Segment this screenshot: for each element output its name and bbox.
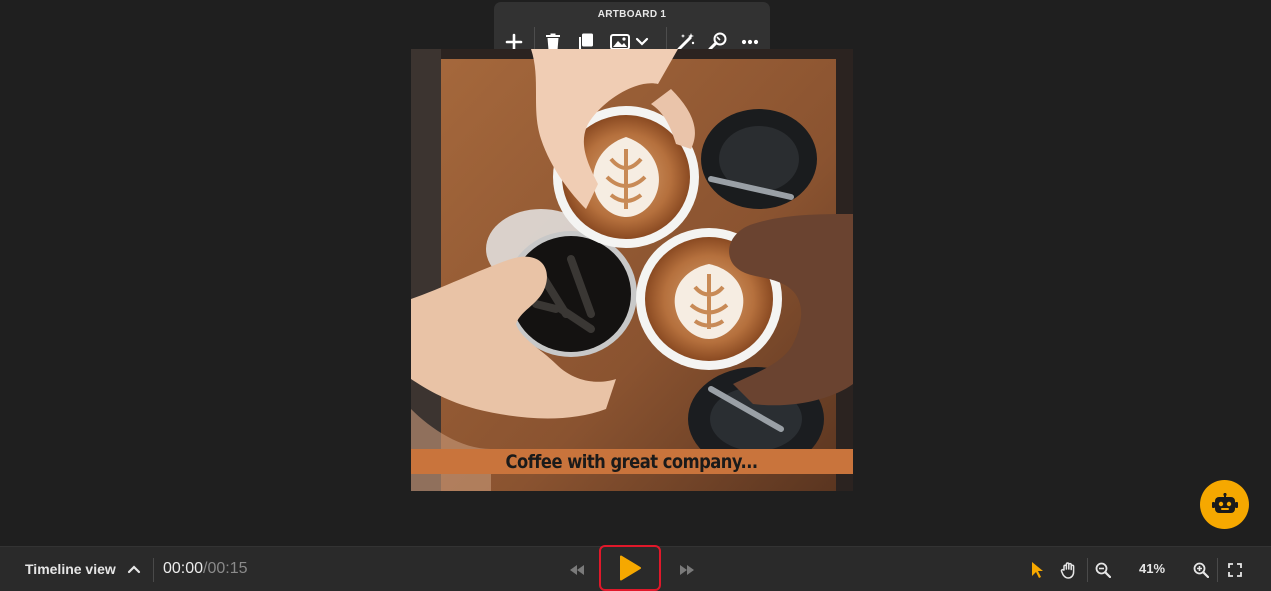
zoom-in-icon[interactable]: [1191, 560, 1211, 580]
select-pointer-icon[interactable]: [1027, 560, 1047, 580]
playback-bar: Timeline view 00:00/00:15 41%: [0, 545, 1271, 591]
divider: [153, 558, 154, 582]
canvas-stage: ARTBOARD 1 Coffee with great company...: [0, 0, 1271, 546]
fast-forward-icon[interactable]: [678, 561, 696, 579]
timeline-view-label[interactable]: Timeline view: [25, 561, 116, 577]
chevron-up-icon[interactable]: [126, 561, 142, 577]
fullscreen-icon[interactable]: [1225, 560, 1245, 580]
zoom-level[interactable]: 41%: [1131, 561, 1173, 576]
play-button[interactable]: [599, 545, 661, 591]
artboard-canvas[interactable]: Coffee with great company...: [411, 49, 853, 491]
rewind-icon[interactable]: [568, 561, 586, 579]
artboard-title: ARTBOARD 1: [597, 9, 667, 20]
play-icon: [617, 554, 643, 582]
caption-text[interactable]: Coffee with great company...: [506, 451, 759, 473]
coffee-photo: [411, 49, 853, 491]
assistant-bot-button[interactable]: [1200, 480, 1249, 529]
robot-icon: [1211, 492, 1238, 517]
hand-pan-icon[interactable]: [1059, 560, 1079, 580]
time-total: 00:15: [207, 560, 248, 577]
time-display: 00:00/00:15: [163, 560, 248, 578]
zoom-out-icon[interactable]: [1093, 560, 1113, 580]
divider: [1087, 558, 1088, 582]
divider: [1217, 558, 1218, 582]
time-current: 00:00: [163, 560, 204, 577]
caption-banner[interactable]: Coffee with great company...: [411, 449, 853, 474]
